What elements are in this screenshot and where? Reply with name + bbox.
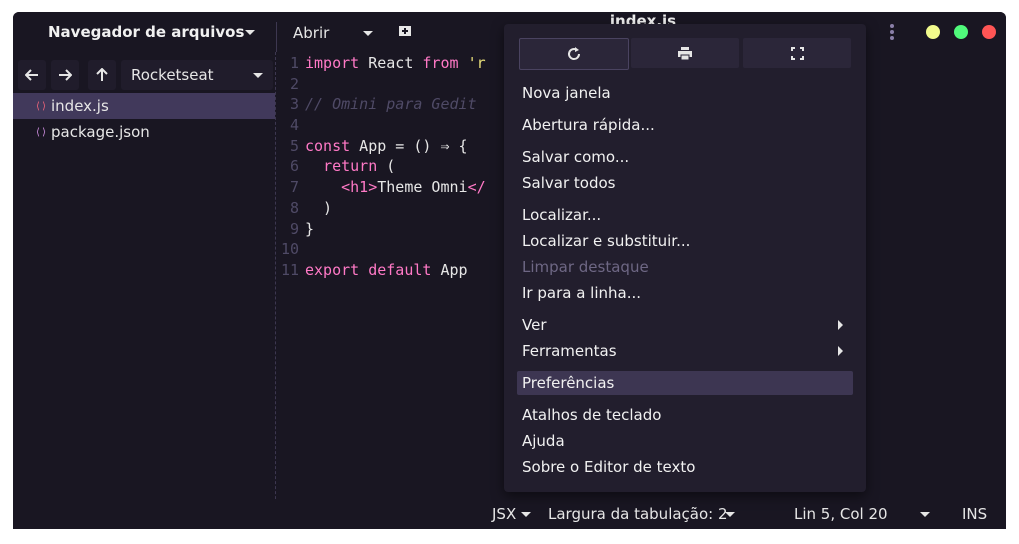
arrow-left-icon xyxy=(25,69,38,81)
line-number: 9 xyxy=(289,220,299,238)
print-button[interactable] xyxy=(631,38,739,68)
back-button[interactable] xyxy=(18,60,46,90)
code-line: const App = () ⇒ { xyxy=(305,137,468,155)
menu-item-label: Ir para a linha... xyxy=(522,284,642,302)
menu-item-find-replace[interactable]: Localizar e substituir... xyxy=(517,229,853,253)
arrow-right-icon xyxy=(59,69,72,81)
menu-item-shortcuts[interactable]: Atalhos de teclado xyxy=(517,403,853,427)
file-browser: Rocketseat ⟨⟩ index.js ⟨⟩ package.json xyxy=(13,52,275,529)
menu-item-view[interactable]: Ver xyxy=(517,313,853,337)
menu-item-label: Preferências xyxy=(522,374,615,392)
line-number: 8 xyxy=(289,199,299,217)
minimize-button[interactable] xyxy=(926,25,940,39)
insert-mode: INS xyxy=(962,505,988,523)
menu-item-label: Atalhos de teclado xyxy=(522,406,662,424)
line-number: 7 xyxy=(289,178,299,196)
code-line: import React from 'r xyxy=(305,54,486,72)
new-document-icon[interactable] xyxy=(398,25,412,37)
cursor-position[interactable]: Lin 5, Col 20 xyxy=(794,505,888,523)
menu-item-label: Ferramentas xyxy=(522,342,617,360)
file-name: index.js xyxy=(51,97,109,115)
menu-item-about[interactable]: Sobre o Editor de texto xyxy=(517,455,853,479)
menu-item-preferences[interactable]: Preferências xyxy=(517,371,853,395)
menu-item-label: Salvar como... xyxy=(522,148,630,166)
language-selector[interactable]: JSX xyxy=(492,505,516,523)
open-dropdown-icon[interactable] xyxy=(363,31,373,36)
line-number: 6 xyxy=(289,157,299,175)
menu-item-help[interactable]: Ajuda xyxy=(517,429,853,453)
code-file-icon: ⟨⟩ xyxy=(35,100,48,112)
menu-item-go-to-line[interactable]: Ir para a linha... xyxy=(517,281,853,305)
menu-item-label: Ajuda xyxy=(522,432,565,450)
file-browser-title: Navegador de arquivos xyxy=(48,23,245,41)
open-button-label: Abrir xyxy=(293,24,330,42)
line-number: 10 xyxy=(281,240,300,258)
menu-item-label: Sobre o Editor de texto xyxy=(522,458,696,476)
menu-item-clear-highlight: Limpar destaque xyxy=(517,255,853,279)
line-number: 11 xyxy=(281,261,300,279)
menu-kebab-icon[interactable] xyxy=(890,24,894,42)
menu-item-label: Salvar todos xyxy=(522,174,616,192)
line-number: 2 xyxy=(289,75,299,93)
code-line: return ( xyxy=(323,157,396,175)
print-icon xyxy=(678,46,692,60)
menu-item-label: Abertura rápida... xyxy=(522,116,655,134)
code-line: export default App xyxy=(305,261,468,279)
reload-icon xyxy=(568,47,581,60)
location-label: Rocketseat xyxy=(131,66,214,84)
forward-button[interactable] xyxy=(51,60,79,90)
menu-item-quick-open[interactable]: Abertura rápida... xyxy=(517,113,853,137)
menu-item-label: Localizar... xyxy=(522,206,602,224)
menu-item-label: Ver xyxy=(522,316,547,334)
reload-button[interactable] xyxy=(519,38,629,70)
chevron-down-icon xyxy=(253,73,263,78)
menu-item-save-as[interactable]: Salvar como... xyxy=(517,145,853,169)
fullscreen-icon xyxy=(790,46,804,60)
menu-item-save-all[interactable]: Salvar todos xyxy=(517,171,853,195)
menu-item-label: Localizar e substituir... xyxy=(522,232,691,250)
chevron-down-icon xyxy=(521,512,531,517)
code-file-icon: ⟨⟩ xyxy=(35,126,48,138)
sidebar-divider xyxy=(275,52,276,529)
fullscreen-button[interactable] xyxy=(743,38,851,68)
line-number: 4 xyxy=(289,116,299,134)
line-number: 3 xyxy=(289,95,299,113)
up-button[interactable] xyxy=(88,60,116,90)
chevron-down-icon[interactable] xyxy=(920,512,930,517)
chevron-down-icon xyxy=(725,512,735,517)
line-number: 5 xyxy=(289,137,299,155)
menu-item-find[interactable]: Localizar... xyxy=(517,203,853,227)
menu-item-new-window[interactable]: Nova janela xyxy=(517,81,853,105)
tab-width-selector[interactable]: Largura da tabulação: 2 xyxy=(548,505,728,523)
file-item[interactable]: ⟨⟩ index.js xyxy=(13,93,275,119)
location-dropdown[interactable]: Rocketseat xyxy=(121,60,273,90)
file-item[interactable]: ⟨⟩ package.json xyxy=(13,119,275,145)
menu-item-label: Nova janela xyxy=(522,84,611,102)
divider xyxy=(276,22,277,52)
open-button[interactable]: Abrir xyxy=(293,22,329,44)
code-line: ) xyxy=(305,199,333,217)
line-number: 1 xyxy=(289,54,299,72)
arrow-up-icon xyxy=(96,68,108,81)
code-line: <h1>Theme Omni</ xyxy=(341,178,486,196)
file-browser-nav: Rocketseat xyxy=(18,60,273,90)
chevron-down-icon xyxy=(245,30,255,35)
code-line: } xyxy=(305,220,315,238)
close-button[interactable] xyxy=(982,25,996,39)
app-menu-popover: Nova janela Abertura rápida... Salvar co… xyxy=(504,24,866,492)
menu-item-tools[interactable]: Ferramentas xyxy=(517,339,853,363)
file-name: package.json xyxy=(51,123,150,141)
status-bar: JSX Largura da tabulação: 2 Lin 5, Col 2… xyxy=(13,499,1006,529)
code-line: // Omini para Gedit xyxy=(305,95,477,113)
menu-item-label: Limpar destaque xyxy=(522,258,649,276)
submenu-arrow-icon xyxy=(838,346,843,356)
maximize-button[interactable] xyxy=(954,25,968,39)
submenu-arrow-icon xyxy=(838,320,843,330)
file-browser-header[interactable]: Navegador de arquivos xyxy=(13,12,276,52)
